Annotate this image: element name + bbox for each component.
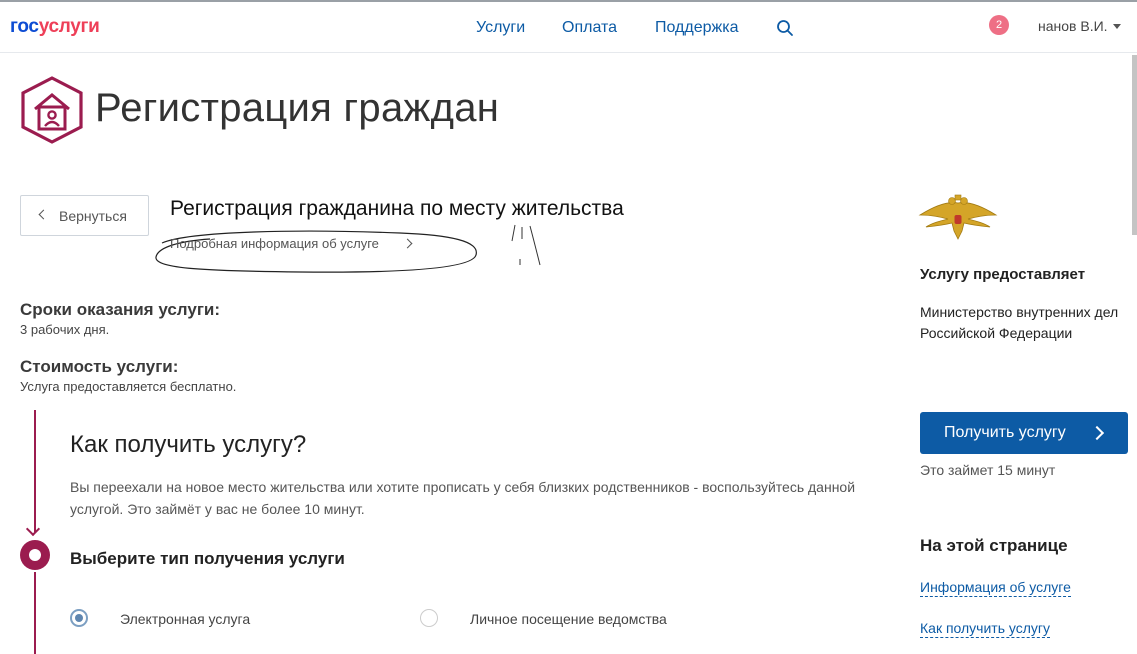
house-person-icon xyxy=(21,76,83,144)
service-title: Регистрация гражданина по месту жительст… xyxy=(170,197,624,220)
choose-type-heading: Выберите тип получения услуги xyxy=(70,549,345,568)
how-to-get-description: Вы переехали на новое место жительства и… xyxy=(70,479,856,517)
back-button-label: Вернуться xyxy=(59,208,127,224)
radio-electronic-service[interactable] xyxy=(70,609,88,627)
back-button[interactable]: Вернуться xyxy=(20,195,149,236)
page-title: Регистрация граждан xyxy=(95,86,500,130)
terms-value: 3 рабочих дня. xyxy=(20,322,110,337)
nav-services[interactable]: Услуги xyxy=(476,19,525,37)
radio-electronic-label[interactable]: Электронная услуга xyxy=(120,611,250,627)
more-info-link[interactable]: Подробная информация об услуге xyxy=(170,236,379,251)
top-header: госуслуги Услуги Оплата Поддержка 2 нано… xyxy=(0,2,1137,53)
get-service-label: Получить услугу xyxy=(944,424,1066,441)
notification-badge[interactable]: 2 xyxy=(989,15,1009,35)
time-estimate: Это займет 15 минут xyxy=(920,462,1056,478)
terms-label: Сроки оказания услуги: xyxy=(20,300,221,319)
hand-drawn-oval-annotation xyxy=(155,224,541,273)
how-to-get-heading: Как получить услугу? xyxy=(70,431,307,458)
provider-label: Услугу предоставляет xyxy=(920,266,1086,283)
scrollbar-thumb[interactable] xyxy=(1132,55,1137,235)
on-this-page-heading: На этой странице xyxy=(920,536,1068,555)
step-marker xyxy=(20,540,50,570)
get-service-button[interactable]: Получить услугу xyxy=(920,412,1128,454)
link-how-to-get[interactable]: Как получить услугу xyxy=(920,620,1051,638)
double-headed-eagle-emblem xyxy=(918,194,998,240)
arrow-down-icon xyxy=(25,521,41,537)
chevron-down-icon[interactable] xyxy=(1113,24,1121,29)
chevron-right-icon xyxy=(1089,425,1105,441)
radio-personal-visit[interactable] xyxy=(420,609,438,627)
cost-label: Стоимость услуги: xyxy=(20,357,179,376)
cost-value: Услуга предоставляется бесплатно. xyxy=(20,379,237,394)
radio-personal-visit-label[interactable]: Личное посещение ведомства xyxy=(470,611,667,627)
nav-support[interactable]: Поддержка xyxy=(655,19,738,37)
step-connector-line xyxy=(34,572,36,654)
link-service-info[interactable]: Информация об услуге xyxy=(920,579,1071,597)
step-connector-line xyxy=(34,410,36,532)
gosuslugi-logo[interactable]: госуслуги xyxy=(10,16,100,38)
search-icon[interactable] xyxy=(776,19,794,37)
user-menu[interactable]: нанов В.И. xyxy=(1038,18,1108,34)
provider-name: Министерство внутренних дел Российской Ф… xyxy=(920,304,1119,341)
chevron-left-icon xyxy=(38,209,49,220)
nav-payment[interactable]: Оплата xyxy=(562,19,617,37)
